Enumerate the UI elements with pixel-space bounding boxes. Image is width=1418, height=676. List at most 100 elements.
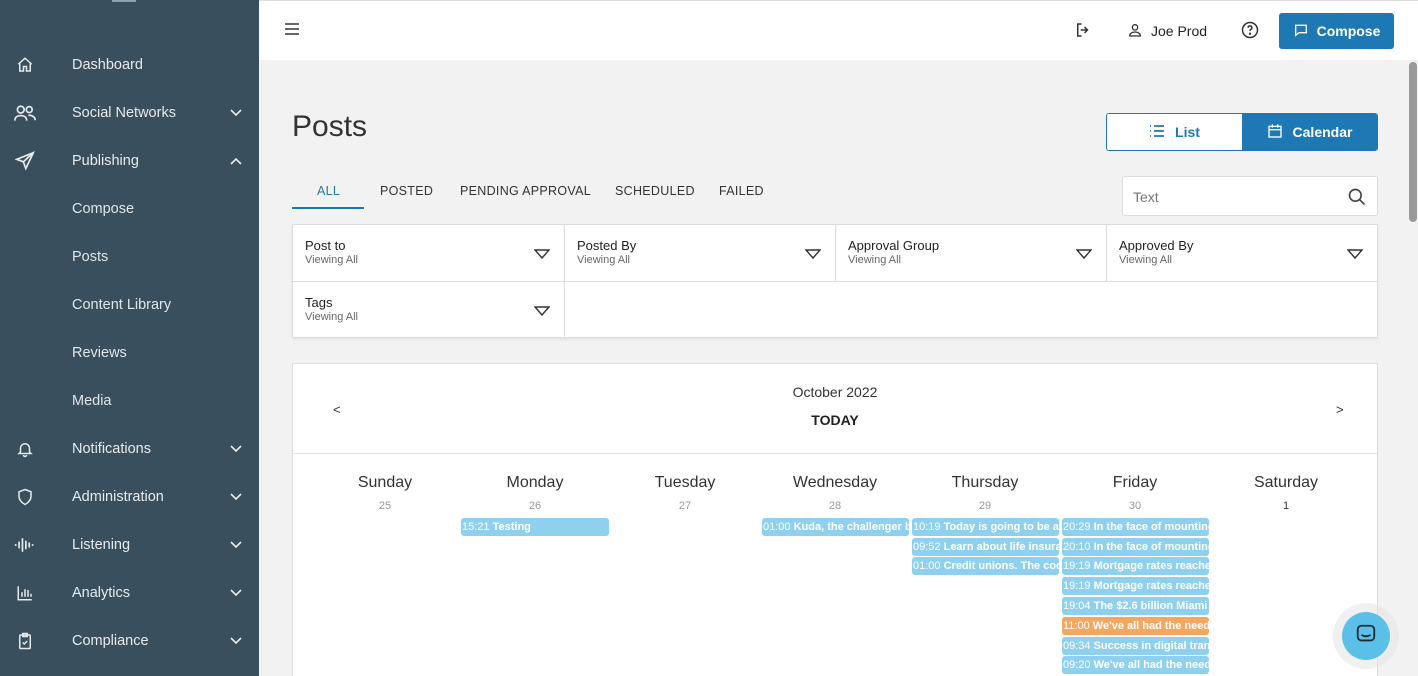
sidebar-subitem-label: Content Library [72, 297, 172, 313]
day-name-sunday: Sunday [357, 474, 413, 491]
calendar-event[interactable]: 01:00 Credit unions. The coo [912, 557, 1059, 575]
event-text: Mortgage rates reache [1093, 580, 1209, 592]
sound-wave-icon [14, 534, 36, 556]
user-icon [1127, 22, 1143, 41]
tab-scheduled[interactable]: SCHEDULED [615, 184, 695, 198]
filter-tags[interactable]: Tags Viewing All [293, 282, 565, 339]
calendar-month: October 2022 [792, 384, 878, 400]
page-title: Posts [292, 110, 368, 143]
help-icon[interactable] [1241, 21, 1261, 41]
sidebar-item-analytics[interactable]: Analytics [0, 573, 259, 613]
calendar-event[interactable]: 20:10 In the face of mounting [1062, 538, 1209, 556]
filter-value: Viewing All [305, 254, 358, 266]
sidebar-subitem-compose[interactable]: Compose [0, 191, 259, 227]
chevron-down-icon[interactable] [229, 442, 243, 456]
day-name-saturday: Saturday [1253, 474, 1319, 491]
filter-approved-by[interactable]: Approved By Viewing All [1107, 225, 1377, 282]
chevron-down-icon[interactable] [229, 538, 243, 552]
event-time: 09:20 [1063, 659, 1091, 671]
event-text: Learn about life insura [943, 541, 1059, 553]
chevron-down-icon[interactable] [229, 490, 243, 504]
tab-posted[interactable]: POSTED [380, 184, 433, 198]
compose-button[interactable]: Compose [1279, 13, 1394, 49]
calendar-event[interactable]: 15:21 Testing [461, 518, 609, 536]
event-time: 01:00 [913, 560, 941, 572]
list-icon [1149, 124, 1165, 141]
calendar-event[interactable]: 19:19 Mortgage rates reache [1062, 557, 1209, 575]
day-number: 27 [678, 500, 692, 512]
chevron-up-icon[interactable] [229, 154, 243, 168]
list-view-button[interactable]: List [1107, 114, 1242, 150]
tab-pending-approval[interactable]: PENDING APPROVAL [460, 184, 591, 198]
filter-post-to[interactable]: Post to Viewing All [293, 225, 565, 282]
sidebar-item-social-networks[interactable]: Social Networks [0, 93, 259, 133]
sidebar-item-publishing[interactable]: Publishing [0, 141, 259, 181]
sidebar-subitem-content-library[interactable]: Content Library [0, 287, 259, 323]
search-icon[interactable] [1347, 187, 1367, 207]
search-input[interactable] [1133, 187, 1333, 207]
sidebar-subitem-label: Media [72, 393, 112, 409]
chevron-down-icon[interactable] [229, 106, 243, 120]
calendar-event[interactable]: 09:52 Learn about life insura [912, 538, 1059, 556]
sidebar-item-listening[interactable]: Listening [0, 525, 259, 565]
page-scrollbar[interactable] [1409, 62, 1417, 222]
shield-icon [14, 486, 36, 508]
day-number: 29 [978, 500, 992, 512]
event-text: Credit unions. The coo [943, 560, 1059, 572]
sidebar-subitem-label: Posts [72, 249, 109, 265]
logout-icon[interactable] [1074, 21, 1094, 41]
filter-title: Post to [305, 238, 346, 253]
day-name-monday: Monday [506, 474, 564, 491]
calendar-event[interactable]: 09:34 Success in digital trans [1062, 637, 1209, 655]
sidebar-item-label: Administration [72, 489, 164, 505]
tab-failed[interactable]: FAILED [719, 184, 764, 198]
bell-icon [14, 438, 36, 460]
calendar-event[interactable]: 01:00 Kuda, the challenger b [762, 518, 909, 536]
calendar-view-button[interactable]: Calendar [1242, 114, 1377, 150]
sidebar-item-compliance[interactable]: Compliance [0, 621, 259, 661]
event-time: 10:19 [913, 521, 941, 533]
sidebar-subitem-media[interactable]: Media [0, 383, 259, 419]
home-icon [14, 54, 36, 76]
sidebar-item-dashboard[interactable]: Dashboard [0, 45, 259, 85]
chevron-down-icon[interactable] [229, 634, 243, 648]
top-header: Joe Prod Compose [259, 0, 1418, 60]
filter-title: Approved By [1119, 238, 1194, 253]
calendar-event[interactable]: 10:19 Today is going to be a [912, 518, 1059, 536]
sidebar-item-label: Social Networks [72, 105, 176, 121]
sidebar-item-label: Dashboard [72, 57, 143, 73]
calendar-event[interactable]: 19:04 The $2.6 billion Miami [1062, 597, 1209, 615]
sidebar-subitem-reviews[interactable]: Reviews [0, 335, 259, 371]
day-name-wednesday: Wednesday [792, 474, 878, 491]
search-box [1122, 176, 1378, 216]
filter-title: Posted By [577, 238, 637, 253]
today-button[interactable]: TODAY [293, 412, 1377, 428]
sidebar-subitem-posts[interactable]: Posts [0, 239, 259, 275]
previous-month-button[interactable]: < [333, 402, 341, 417]
hamburger-menu-icon[interactable] [285, 22, 301, 38]
calendar-event[interactable]: 11:00 We've all had the need [1062, 617, 1209, 635]
event-text: We've all had the need [1093, 659, 1209, 671]
tab-all[interactable]: ALL [317, 184, 340, 198]
calendar-event[interactable]: 20:29 In the face of mounting [1062, 518, 1209, 536]
sidebar-item-notifications[interactable]: Notifications [0, 429, 259, 469]
event-text: We've all had the need [1092, 620, 1209, 632]
filter-posted-by[interactable]: Posted By Viewing All [565, 225, 836, 282]
calendar-header: October 2022 TODAY < > [293, 364, 1377, 454]
list-view-label: List [1175, 124, 1200, 140]
sidebar: Dashboard Social Networks Publishing Com… [0, 0, 259, 676]
sidebar-top-notch [112, 0, 136, 2]
calendar-event[interactable]: 09:20 We've all had the need [1062, 656, 1209, 674]
sidebar-item-administration[interactable]: Administration [0, 477, 259, 517]
calendar-icon [1267, 123, 1283, 142]
event-text: Mortgage rates reache [1093, 560, 1209, 572]
chevron-down-icon[interactable] [229, 586, 243, 600]
event-time: 19:04 [1063, 600, 1091, 612]
next-month-button[interactable]: > [1336, 402, 1344, 417]
chat-launcher-button[interactable] [1342, 612, 1390, 660]
user-menu[interactable]: Joe Prod [1127, 19, 1207, 43]
calendar-event[interactable]: 19:19 Mortgage rates reache [1062, 577, 1209, 595]
sidebar-item-label: Compliance [72, 633, 149, 649]
clipboard-check-icon [14, 630, 36, 652]
filter-approval-group[interactable]: Approval Group Viewing All [836, 225, 1107, 282]
